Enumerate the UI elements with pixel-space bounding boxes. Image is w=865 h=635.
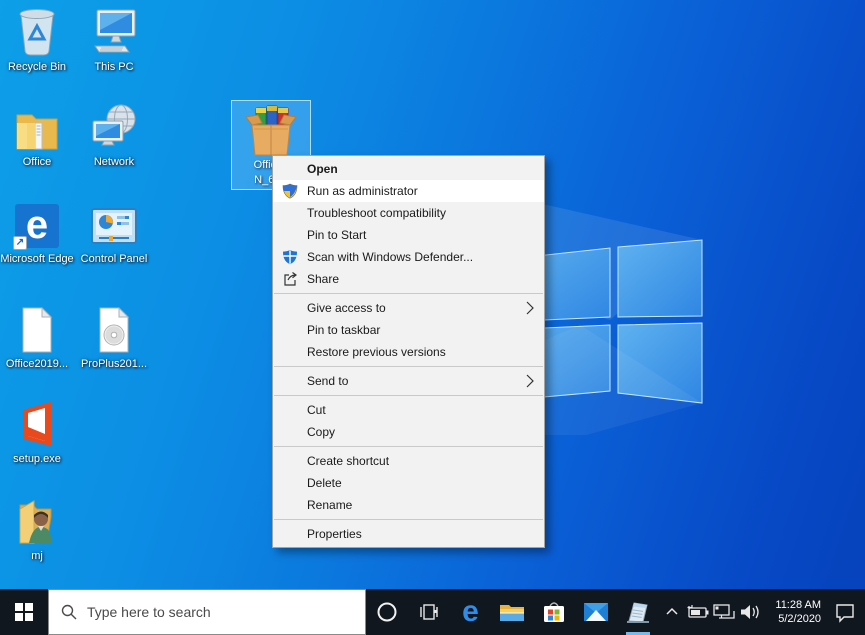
desktop-icon-label: This PC [94, 60, 133, 74]
file-explorer-icon [499, 601, 525, 623]
desktop-icon-label: Office2019... [6, 357, 68, 371]
menu-separator [274, 366, 543, 367]
control-panel-icon [89, 198, 139, 248]
desktop[interactable]: Recycle Bin This PC Office [0, 0, 865, 635]
start-button[interactable] [0, 589, 48, 635]
menu-separator [274, 293, 543, 294]
menu-item-delete[interactable]: Delete [273, 472, 544, 494]
taskbar-clock[interactable]: 11:28 AM 5/2/2020 [763, 589, 825, 635]
archive-box-icon [244, 101, 298, 157]
taskbar-store-button[interactable] [533, 589, 575, 635]
menu-separator [274, 519, 543, 520]
uac-shield-icon [282, 183, 298, 199]
cortana-button[interactable] [366, 589, 408, 635]
menu-item-share[interactable]: Share [273, 268, 544, 290]
desktop-icon-office-folder[interactable]: Office [0, 101, 74, 169]
menu-item-cut[interactable]: Cut [273, 399, 544, 421]
desktop-icon-label: Office [23, 155, 52, 169]
ethernet-network-icon [712, 602, 736, 622]
desktop-icon-label: Control Panel [81, 252, 148, 266]
store-icon [542, 600, 566, 624]
menu-item-send-to[interactable]: Send to [273, 370, 544, 392]
tray-volume-button[interactable] [737, 589, 763, 635]
document-icon [19, 303, 55, 353]
folder-icon [13, 101, 61, 151]
this-pc-icon [89, 6, 139, 56]
menu-item-pin-to-start[interactable]: Pin to Start [273, 224, 544, 246]
search-icon [61, 604, 77, 620]
taskbar-file-explorer-button[interactable] [491, 589, 533, 635]
disc-image-icon [96, 303, 132, 353]
taskbar-mail-button[interactable] [575, 589, 617, 635]
desktop-icon-label: mj [31, 549, 43, 563]
submenu-chevron-icon [526, 374, 534, 388]
desktop-icon-office2019-file[interactable]: Office2019... [0, 303, 74, 371]
desktop-icon-label: ProPlus201... [81, 357, 147, 371]
menu-item-scan-with-windows-defender[interactable]: Scan with Windows Defender... [273, 246, 544, 268]
chevron-up-icon [664, 604, 680, 620]
desktop-icon-microsoft-edge[interactable]: e↗ Microsoft Edge [0, 198, 74, 266]
shortcut-arrow-icon: ↗ [13, 236, 27, 250]
desktop-icon-control-panel[interactable]: Control Panel [77, 198, 151, 266]
tray-network-button[interactable] [711, 589, 737, 635]
tray-battery-button[interactable] [685, 589, 711, 635]
recycle-bin-icon [16, 6, 58, 56]
menu-item-properties[interactable]: Properties [273, 523, 544, 545]
desktop-icon-network[interactable]: Network [77, 101, 151, 169]
action-center-icon [834, 601, 856, 623]
menu-item-copy[interactable]: Copy [273, 421, 544, 443]
desktop-icon-setup-exe[interactable]: setup.exe [0, 398, 74, 466]
taskbar-edge-button[interactable]: e [449, 589, 491, 635]
menu-separator [274, 446, 543, 447]
tray-show-hidden-icons-button[interactable] [659, 589, 685, 635]
context-menu: Open Run as administrator Troubleshoot c… [272, 155, 545, 548]
clock-date: 5/2/2020 [778, 612, 821, 626]
desktop-icon-label: Microsoft Edge [0, 252, 73, 266]
edge-icon: e↗ [15, 198, 59, 248]
action-center-button[interactable] [825, 589, 865, 635]
desktop-icon-label: Network [94, 155, 134, 169]
edge-icon: e [462, 597, 479, 627]
search-input[interactable] [87, 604, 327, 620]
cortana-icon [376, 601, 398, 623]
desktop-icon-proplus-file[interactable]: ProPlus201... [77, 303, 151, 371]
user-folder-icon [14, 495, 60, 545]
task-view-button[interactable] [408, 589, 450, 635]
menu-item-open[interactable]: Open [273, 158, 544, 180]
menu-item-create-shortcut[interactable]: Create shortcut [273, 450, 544, 472]
desktop-icon-this-pc[interactable]: This PC [77, 6, 151, 74]
office-setup-icon [15, 398, 59, 448]
menu-item-troubleshoot-compatibility[interactable]: Troubleshoot compatibility [273, 202, 544, 224]
desktop-icon-recycle-bin[interactable]: Recycle Bin [0, 6, 74, 74]
desktop-icon-mj-folder[interactable]: mj [0, 495, 74, 563]
menu-item-restore-previous-versions[interactable]: Restore previous versions [273, 341, 544, 363]
desktop-icon-label: setup.exe [13, 452, 61, 466]
menu-item-pin-to-taskbar[interactable]: Pin to taskbar [273, 319, 544, 341]
task-view-icon [418, 601, 440, 623]
menu-item-give-access-to[interactable]: Give access to [273, 297, 544, 319]
defender-shield-icon [282, 249, 298, 265]
battery-charging-icon [686, 603, 710, 621]
mail-icon [583, 602, 609, 622]
menu-item-rename[interactable]: Rename [273, 494, 544, 516]
taskbar-setup-app-button[interactable] [617, 589, 659, 635]
clock-time: 11:28 AM [775, 598, 821, 612]
menu-separator [274, 395, 543, 396]
submenu-chevron-icon [526, 301, 534, 315]
menu-item-run-as-administrator[interactable]: Run as administrator [273, 180, 544, 202]
notepad-app-icon [625, 599, 651, 625]
speaker-icon [739, 603, 761, 621]
windows-logo-icon [15, 603, 33, 621]
taskbar: e [0, 589, 865, 635]
taskbar-search-box[interactable] [48, 589, 366, 635]
desktop-icon-label: Recycle Bin [8, 60, 66, 74]
share-icon [282, 271, 298, 287]
network-icon [89, 101, 139, 151]
